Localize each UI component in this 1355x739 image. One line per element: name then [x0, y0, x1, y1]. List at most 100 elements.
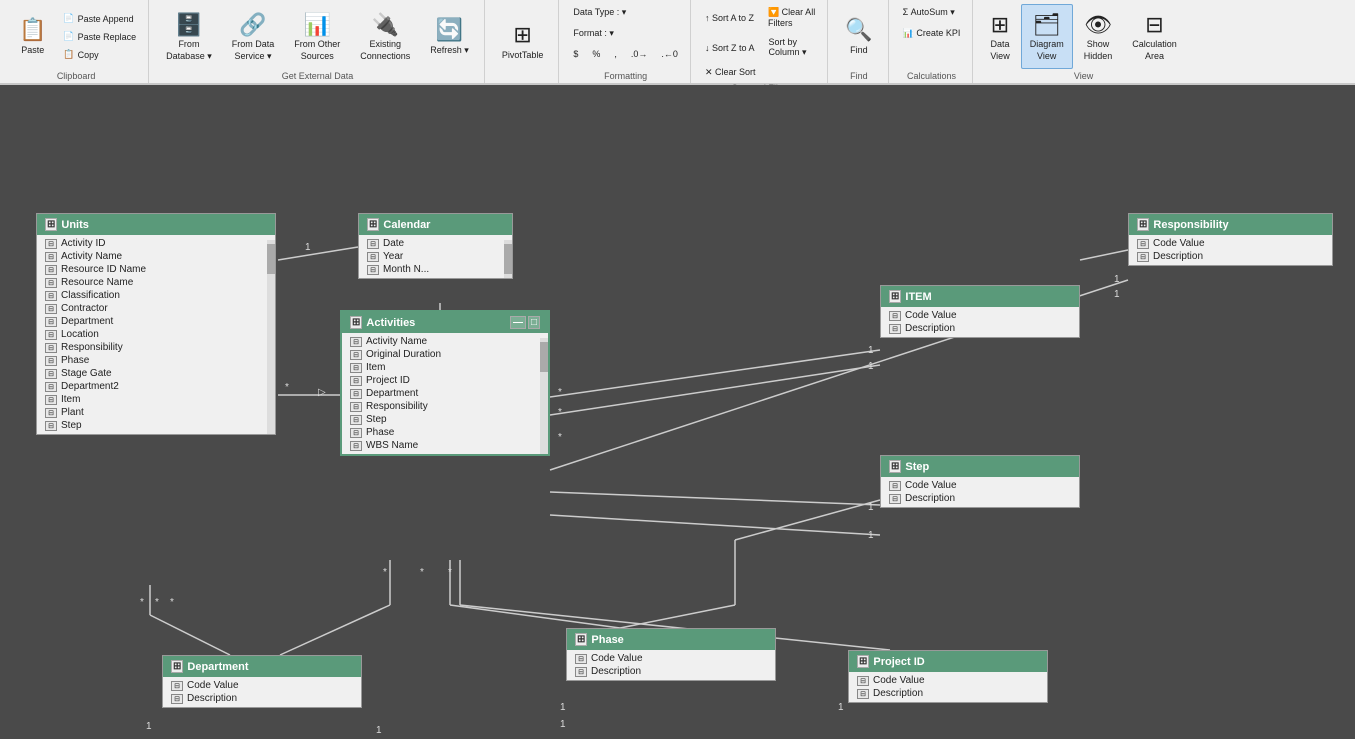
auto-sum-button[interactable]: Σ AutoSum ▾: [897, 4, 967, 21]
field-icon: ⊟: [575, 667, 587, 677]
existing-connections-button[interactable]: 🔌 ExistingConnections: [351, 4, 419, 69]
svg-text:1: 1: [838, 702, 844, 713]
diagram-view-button[interactable]: 🗂 DiagramView: [1021, 4, 1073, 69]
list-item: ⊟Responsibility: [342, 400, 548, 413]
activities-scrollbar-thumb[interactable]: [540, 342, 548, 372]
calendar-table-body: ⊟Date ⊟Year ⊟Month N...: [359, 235, 512, 278]
clear-sort-button[interactable]: ✕ Clear Sort: [699, 64, 821, 81]
list-item: ⊟Item: [342, 361, 548, 374]
refresh-button[interactable]: 🔄 Refresh ▾: [421, 4, 478, 69]
find-label: Find: [850, 45, 868, 57]
clear-all-filters-button[interactable]: 🔽 Clear AllFilters: [762, 4, 821, 31]
external-data-buttons: 🗄️ FromDatabase ▾ 🔗 From DataService ▾ 📊…: [157, 4, 478, 69]
list-item: ⊟Code Value: [881, 309, 1079, 322]
percent-button[interactable]: %: [586, 46, 606, 62]
step-table[interactable]: ⊞ Step ⊟Code Value ⊟Description: [880, 455, 1080, 508]
calendar-scrollbar-thumb[interactable]: [504, 244, 512, 274]
field-icon: ⊟: [889, 494, 901, 504]
sort-z-a-button[interactable]: ↓ Sort Z to A: [699, 34, 761, 61]
item-table[interactable]: ⊞ ITEM ⊟Code Value ⊟Description: [880, 285, 1080, 338]
step-table-header: ⊞ Step: [881, 456, 1079, 477]
refresh-icon: 🔄: [436, 16, 463, 45]
create-kpi-button[interactable]: 📊 Create KPI: [897, 25, 967, 42]
item-table-body: ⊟Code Value ⊟Description: [881, 307, 1079, 337]
field-icon: ⊟: [367, 239, 379, 249]
units-scrollbar-thumb[interactable]: [267, 244, 275, 274]
sort-by-column-button[interactable]: Sort byColumn ▾: [762, 34, 812, 61]
comma-button[interactable]: ,: [608, 46, 623, 62]
copy-button[interactable]: 📋 Copy: [57, 46, 142, 63]
field-icon: ⊟: [45, 278, 57, 288]
pivot-table-button[interactable]: ⊞ PivotTable: [493, 4, 553, 79]
calendar-scrollbar[interactable]: [504, 240, 512, 278]
calendar-table[interactable]: ⊞ Calendar ⊟Date ⊟Year ⊟Month N...: [358, 213, 513, 279]
paste-replace-button[interactable]: 📄 Paste Replace: [57, 28, 142, 45]
list-item: ⊟Month N...: [359, 263, 512, 276]
svg-text:1: 1: [868, 530, 874, 541]
find-button[interactable]: 🔍 Find: [836, 4, 881, 69]
field-icon: ⊟: [350, 363, 362, 373]
paste-append-button[interactable]: 📄 Paste Append: [57, 10, 142, 27]
format-selector[interactable]: Format : ▾: [567, 25, 684, 42]
svg-text:*: *: [170, 597, 174, 608]
from-other-sources-button[interactable]: 📊 From OtherSources: [285, 4, 349, 69]
find-buttons: 🔍 Find: [836, 4, 881, 69]
activities-table-icon: ⊞: [350, 316, 362, 329]
format-buttons-row: $ % , .0→ .←0: [567, 46, 684, 62]
paste-icon: 📋: [19, 16, 46, 45]
show-hidden-button[interactable]: 👁 ShowHidden: [1075, 4, 1122, 69]
activities-scrollbar[interactable]: [540, 338, 548, 454]
diagram-view-icon: 🗂: [1033, 11, 1061, 40]
responsibility-table-icon: ⊞: [1137, 218, 1149, 231]
list-item: ⊟Description: [163, 692, 361, 705]
phase-table-header: ⊞ Phase: [567, 629, 775, 650]
ribbon: 📋 Paste 📄 Paste Append 📄 Paste Replace 📋…: [0, 0, 1355, 85]
list-item: ⊟Code Value: [1129, 237, 1332, 250]
phase-table[interactable]: ⊞ Phase ⊟Code Value ⊟Description: [566, 628, 776, 681]
from-database-button[interactable]: 🗄️ FromDatabase ▾: [157, 4, 221, 69]
decrease-decimal-button[interactable]: .←0: [655, 46, 684, 62]
list-item: ⊟WBS Name: [342, 439, 548, 452]
from-other-sources-icon: 📊: [304, 11, 331, 40]
data-type-selector[interactable]: Data Type : ▾: [567, 4, 684, 21]
list-item: ⊟Project ID: [342, 374, 548, 387]
pivot-table-icon: ⊞: [513, 21, 531, 50]
activities-table[interactable]: ⊞ Activities — □ ⊟Activity Name ⊟Origina…: [340, 310, 550, 456]
project-id-table-title: Project ID: [873, 656, 924, 668]
project-id-table-header: ⊞ Project ID: [849, 651, 1047, 672]
data-view-label: DataView: [990, 39, 1009, 62]
increase-decimal-button[interactable]: .0→: [625, 46, 654, 62]
list-item: ⊟Plant: [37, 406, 275, 419]
from-data-service-button[interactable]: 🔗 From DataService ▾: [223, 4, 284, 69]
sort-a-z-button[interactable]: ↑ Sort A to Z: [699, 4, 760, 31]
list-item: ⊟Code Value: [567, 652, 775, 665]
view-group: ⊞ DataView 🗂 DiagramView 👁 ShowHidden ⊟ …: [975, 0, 1191, 83]
activities-table-header: ⊞ Activities — □: [342, 312, 548, 333]
department-table[interactable]: ⊞ Department ⊟Code Value ⊟Description: [162, 655, 362, 708]
svg-text:*: *: [558, 432, 562, 443]
list-item: ⊟Code Value: [163, 679, 361, 692]
activities-minimize-button[interactable]: —: [510, 316, 526, 329]
step-table-title: Step: [905, 461, 929, 473]
list-item: ⊟Description: [567, 665, 775, 678]
field-icon: ⊟: [45, 239, 57, 249]
paste-button[interactable]: 📋 Paste: [10, 4, 55, 69]
units-table[interactable]: ⊞ Units ⊟Activity ID ⊟Activity Name ⊟Res…: [36, 213, 276, 435]
currency-button[interactable]: $: [567, 46, 584, 62]
svg-text:1: 1: [868, 345, 874, 356]
field-icon: ⊟: [367, 265, 379, 275]
svg-text:1: 1: [1114, 289, 1120, 300]
activities-maximize-button[interactable]: □: [528, 316, 540, 329]
list-item: ⊟Date: [359, 237, 512, 250]
from-data-service-icon: 🔗: [239, 11, 266, 40]
calculation-area-button[interactable]: ⊟ CalculationArea: [1123, 4, 1186, 69]
paste-label: Paste: [21, 45, 44, 57]
responsibility-table[interactable]: ⊞ Responsibility ⊟Code Value ⊟Descriptio…: [1128, 213, 1333, 266]
project-id-table[interactable]: ⊞ Project ID ⊟Code Value ⊟Description: [848, 650, 1048, 703]
units-scrollbar[interactable]: [267, 240, 275, 434]
field-icon: ⊟: [350, 376, 362, 386]
field-icon: ⊟: [889, 481, 901, 491]
data-view-button[interactable]: ⊞ DataView: [981, 4, 1018, 69]
svg-text:*: *: [285, 382, 289, 393]
list-item: ⊟Description: [881, 322, 1079, 335]
